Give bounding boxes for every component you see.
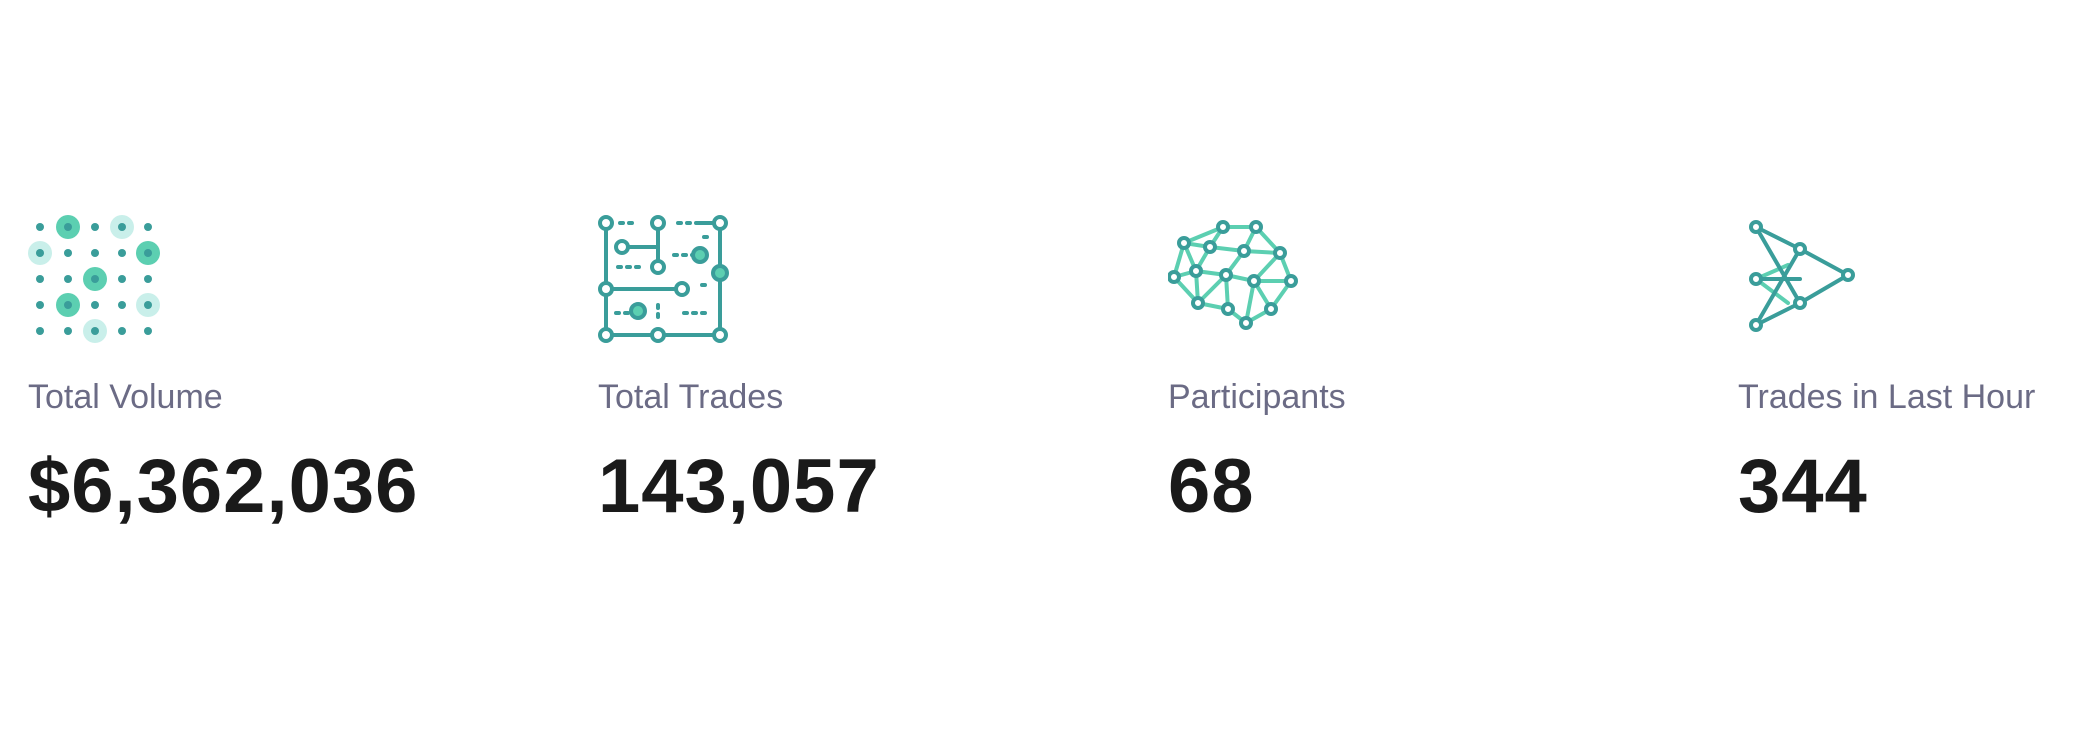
stat-trades-last-hour: Trades in Last Hour 344	[1738, 215, 2094, 535]
network-icon	[1168, 215, 1304, 351]
stat-value: 344	[1738, 444, 1868, 529]
stat-value: $6,362,036	[28, 444, 419, 529]
arrow-graph-icon	[1738, 215, 1874, 351]
dot-grid-icon	[28, 215, 164, 351]
stat-total-volume: Total Volume $6,362,036	[28, 215, 548, 535]
stat-value: 143,057	[598, 444, 880, 529]
stat-label: Trades in Last Hour	[1738, 378, 2036, 416]
stat-participants: Participants 68	[1168, 215, 1688, 535]
stat-total-trades: Total Trades 143,057	[598, 215, 1118, 535]
stat-label: Total Volume	[28, 378, 223, 416]
stat-label: Participants	[1168, 378, 1346, 416]
stat-value: 68	[1168, 444, 1255, 529]
stats-row: Total Volume $6,362,036 Total Trades 143…	[28, 215, 2088, 535]
stat-label: Total Trades	[598, 378, 784, 416]
circuit-icon	[598, 215, 734, 351]
